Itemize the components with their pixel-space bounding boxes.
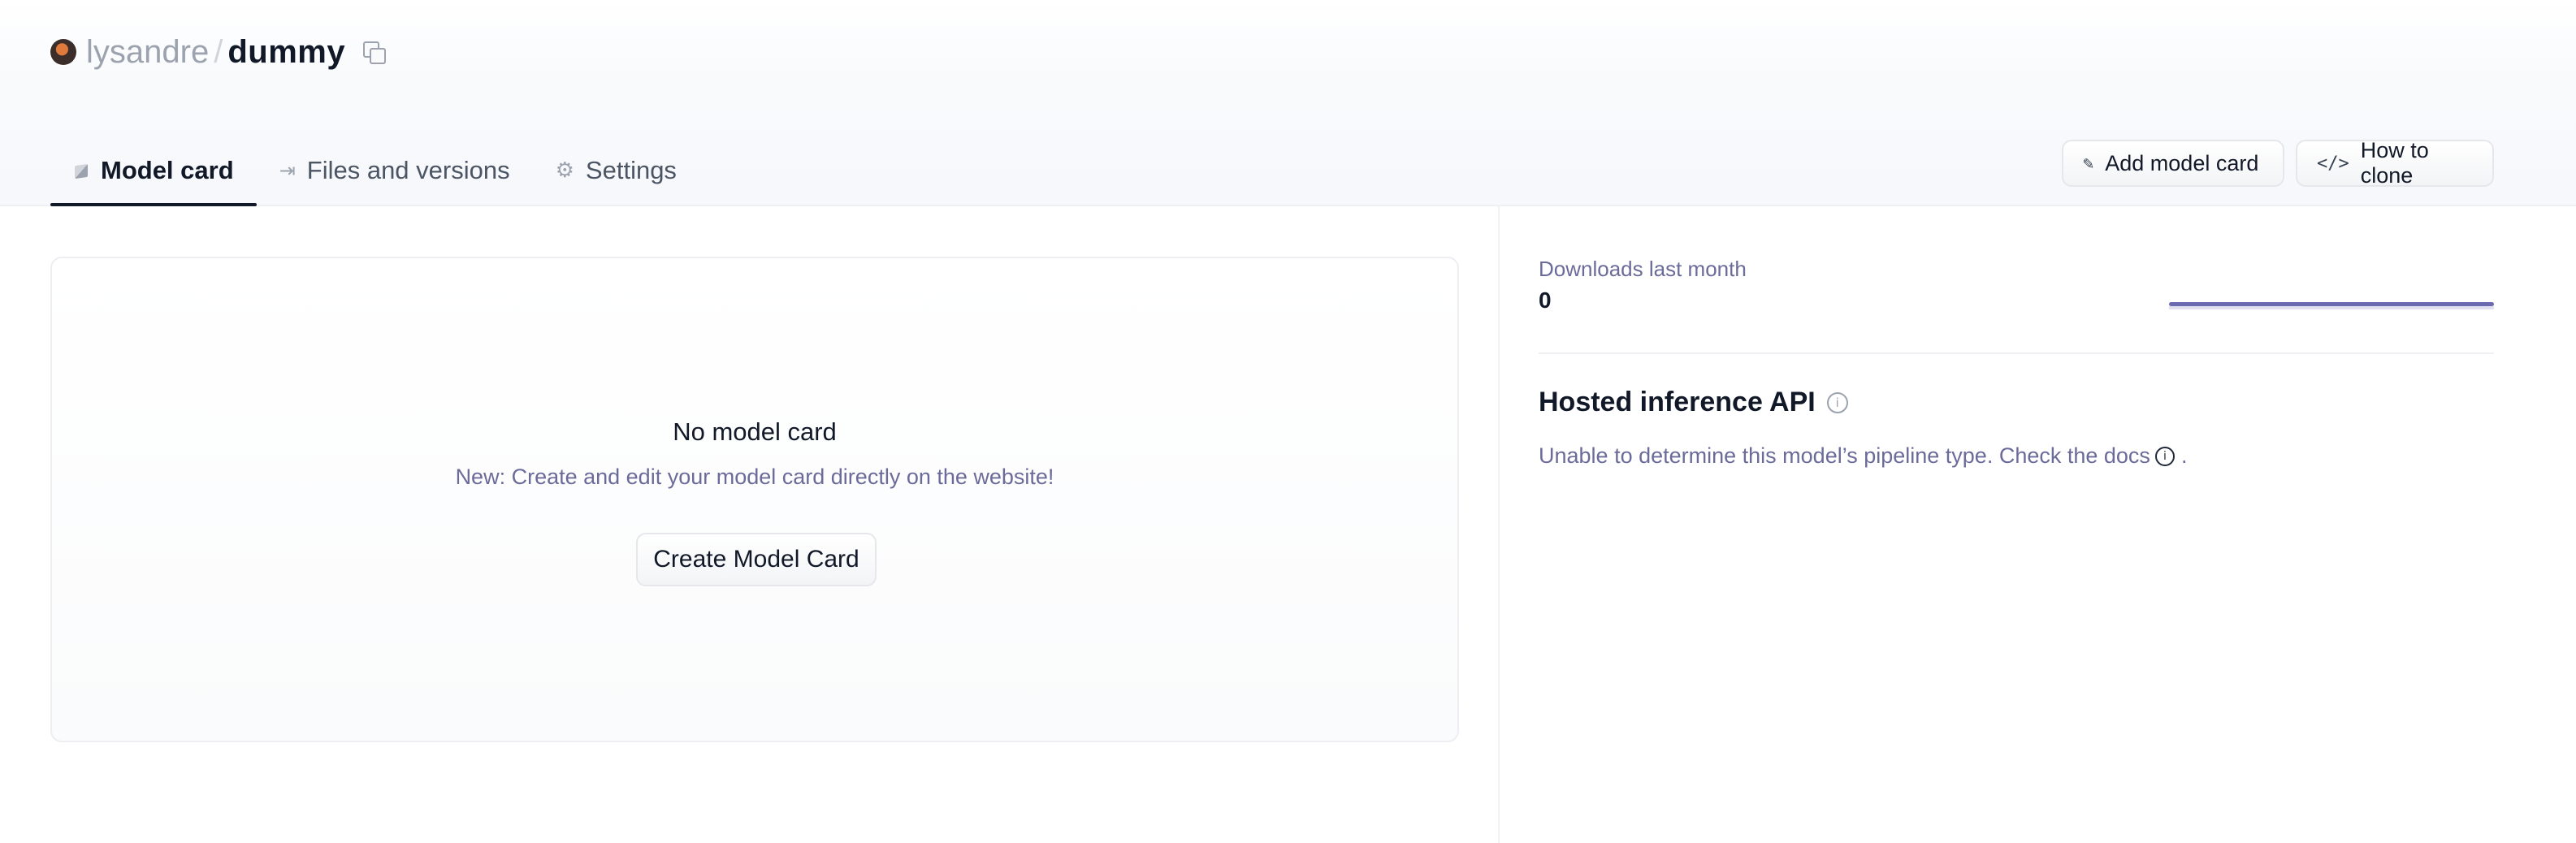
inference-api-message: Unable to determine this model’s pipelin… [1539, 443, 2187, 469]
avatar[interactable] [50, 39, 76, 65]
how-to-clone-button[interactable]: </> How to clone [2296, 138, 2494, 188]
add-model-card-button[interactable]: ✎ Add model card [2062, 140, 2284, 187]
repo-title-line: lysandre / dummy [50, 31, 387, 73]
cube-icon [73, 162, 89, 179]
docs-info-icon[interactable]: i [2154, 446, 2175, 466]
repo-owner-link[interactable]: lysandre [86, 34, 209, 71]
pencil-icon: ✎ [2083, 153, 2094, 174]
inference-api-message-text: Unable to determine this model’s pipelin… [1539, 443, 2150, 468]
model-card-subtitle: New: Create and edit your model card dir… [455, 465, 1054, 489]
tab-files-and-versions[interactable]: ⇥ Files and versions [257, 136, 533, 205]
gear-icon: ⚙ [555, 158, 574, 183]
tab-model-card[interactable]: Model card [50, 136, 257, 206]
files-icon: ⇥ [279, 159, 296, 182]
code-icon: </> [2317, 153, 2349, 174]
repo-name-link[interactable]: dummy [227, 34, 345, 71]
repo-header: lysandre / dummy Model card ⇥ Files and … [0, 0, 2576, 206]
tab-label: Settings [585, 156, 677, 184]
column-divider [1498, 205, 1500, 843]
repo-tabs: Model card ⇥ Files and versions ⚙ Settin… [50, 136, 699, 206]
inference-api-title: Hosted inference API i [1539, 387, 1848, 418]
no-model-card-title: No model card [673, 417, 837, 446]
downloads-sparkline [2169, 302, 2494, 309]
how-to-clone-label: How to clone [2360, 138, 2429, 188]
sidebar-divider [1539, 352, 2494, 354]
tab-label: Model card [101, 156, 234, 184]
create-model-card-button[interactable]: Create Model Card [636, 533, 877, 586]
model-card-panel: No model card New: Create and edit your … [50, 257, 1459, 742]
tab-settings[interactable]: ⚙ Settings [533, 136, 699, 205]
downloads-value: 0 [1539, 287, 1552, 313]
tab-label: Files and versions [306, 156, 510, 184]
repo-separator: / [214, 33, 223, 70]
downloads-label: Downloads last month [1539, 257, 1747, 281]
copy-icon[interactable] [363, 41, 387, 64]
inference-api-title-text: Hosted inference API [1539, 387, 1816, 417]
add-model-card-label: Add model card [2105, 150, 2259, 175]
inference-api-message-end: . [2180, 443, 2188, 468]
info-icon[interactable]: i [1826, 391, 1848, 413]
